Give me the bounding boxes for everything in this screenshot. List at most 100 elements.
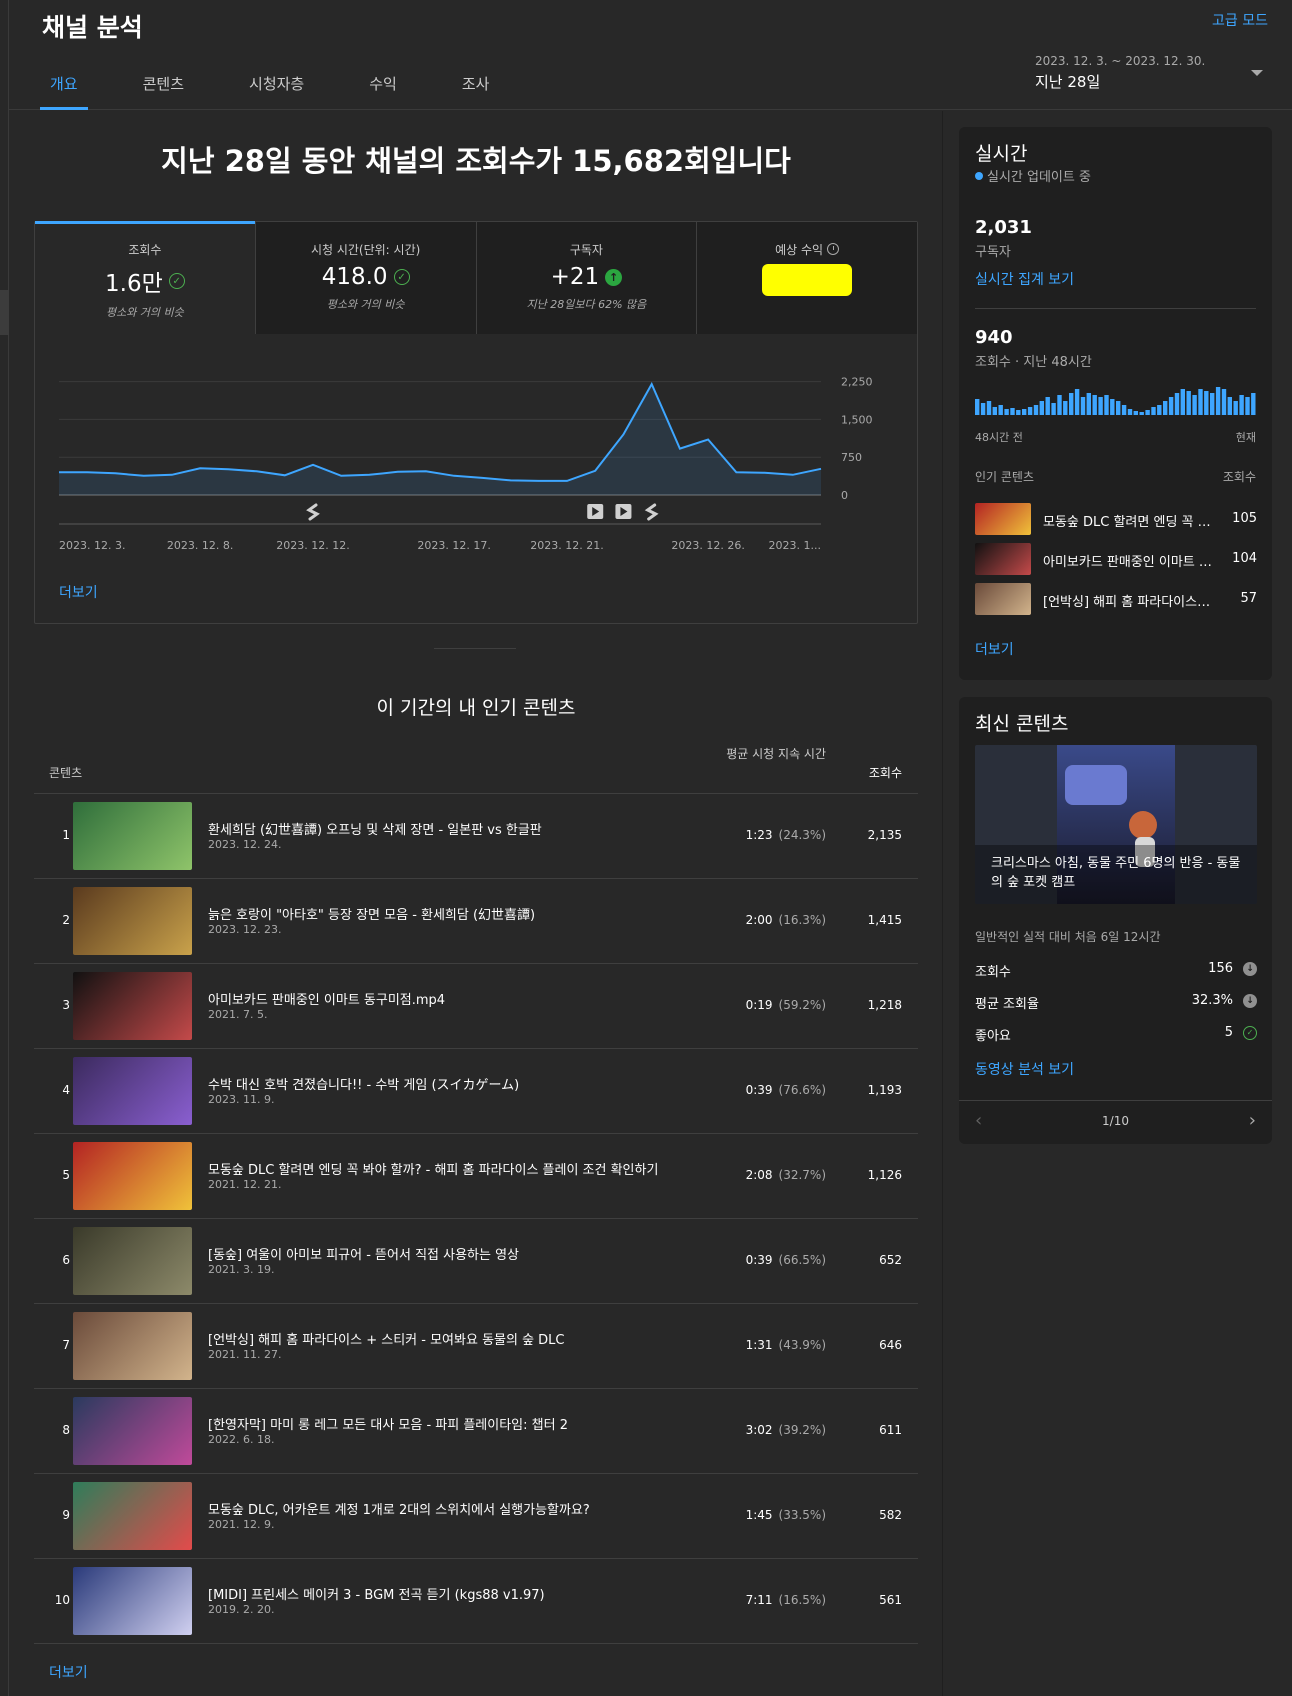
column-header-content: 콘텐츠 (49, 766, 83, 780)
metric-revenue[interactable]: 예상 수익 (696, 222, 917, 334)
data-point (368, 473, 371, 476)
avg-duration-percent: (16.5%) (778, 1593, 826, 1607)
metric-subscribers[interactable]: 구독자 +21 ↑ 지난 28일보다 62% 많음 (475, 222, 697, 334)
popular-video-views: 105 (1232, 511, 1257, 526)
video-title[interactable]: [동숲] 여울이 아미보 피규어 - 뜯어서 직접 사용하는 영상 (208, 1244, 708, 1263)
video-thumbnail[interactable] (73, 1482, 192, 1550)
row-views: 611 (879, 1423, 902, 1437)
avg-duration-value: 2:08 (745, 1168, 773, 1182)
video-title[interactable]: [한영자막] 마미 롱 레그 모든 대사 모음 - 파피 플레이타임: 챕터 2 (208, 1414, 708, 1433)
table-row[interactable]: 9 모동숲 DLC, 어카운트 계정 1개로 2대의 스위치에서 실행가능할까요?… (34, 1474, 918, 1559)
video-title[interactable]: 늙은 호랑이 "아타호" 등장 장면 모음 - 환세희담 (幻世喜譚) (208, 904, 708, 923)
video-thumbnail[interactable] (73, 972, 192, 1040)
latest-content-card: 최신 콘텐츠 크리스마스 아침, 동물 주민 6명의 반응 - 동물의 숲 포켓… (959, 697, 1272, 1144)
date-range-picker[interactable]: 2023. 12. 3. ~ 2023. 12. 30. 지난 28일 (1035, 54, 1265, 92)
realtime-bar (1163, 401, 1168, 415)
realtime-bar (1174, 393, 1180, 415)
video-date: 2023. 12. 23. (208, 923, 282, 936)
main-divider (942, 111, 943, 1696)
advanced-mode-link[interactable]: 고급 모드 (1212, 10, 1268, 30)
popular-video-title: [언박싱] 해피 홈 파라다이스 + 스티커 (1043, 595, 1213, 610)
latest-video-thumbnail[interactable]: 크리스마스 아침, 동물 주민 6명의 반응 - 동물의 숲 포켓 캠프 (975, 745, 1257, 904)
video-date: 2021. 12. 21. (208, 1178, 282, 1191)
tab-revenue[interactable]: 수익 (359, 73, 407, 108)
video-title[interactable]: 아미보카드 판매중인 이마트 동구미점.mp4 (208, 989, 708, 1008)
table-row[interactable]: 6 [동숲] 여울이 아미보 피규어 - 뜯어서 직접 사용하는 영상 2021. … (34, 1219, 918, 1304)
column-header-views[interactable]: 조회수 (869, 764, 902, 781)
clock-icon (827, 243, 840, 255)
data-point (537, 479, 540, 482)
row-rank: 1 (62, 828, 70, 842)
metric-watch-time[interactable]: 시청 시간(단위: 시간) 418.0 ✓ 평소와 거의 비슷 (254, 222, 476, 334)
video-thumbnail[interactable] (73, 1142, 192, 1210)
metric-label-text: 예상 수익 (775, 243, 824, 257)
tab-research[interactable]: 조사 (452, 73, 500, 108)
table-row[interactable]: 3 아미보카드 판매중인 이마트 동구미점.mp4 2021. 7. 5. 0:19 (… (34, 964, 918, 1049)
tab-content[interactable]: 콘텐츠 (133, 73, 194, 108)
realtime-count-link[interactable]: 실시간 집계 보기 (975, 269, 1074, 289)
table-row[interactable]: 4 수박 대신 호박 견졌습니다!! - 수박 게임 (スイカゲーム) 2023. … (34, 1049, 918, 1134)
popular-content-item[interactable]: 모동숲 DLC 할려면 엔딩 꼭 봐야 할까? 105 (975, 503, 1257, 537)
metric-value: 1.6만 ✓ (35, 264, 255, 298)
y-tick-label: 1,500 (841, 413, 873, 426)
realtime-more-link[interactable]: 더보기 (975, 639, 1014, 659)
chart-more-link[interactable]: 더보기 (59, 582, 98, 602)
row-rank: 6 (62, 1253, 70, 1267)
video-date: 2023. 11. 9. (208, 1093, 275, 1106)
video-thumbnail[interactable] (73, 802, 192, 870)
popular-content-item[interactable]: 아미보카드 판매중인 이마트 동구미점.mp4 104 (975, 543, 1257, 577)
live-dot-icon (975, 171, 983, 180)
stat-value: 156 (1208, 961, 1233, 976)
latest-content-title: 최신 콘텐츠 (975, 713, 1069, 735)
table-row[interactable]: 8 [한영자막] 마미 롱 레그 모든 대사 모음 - 파피 플레이타임: 챕터 … (34, 1389, 918, 1474)
metric-views[interactable]: 조회수 1.6만 ✓ 평소와 거의 비슷 (35, 221, 255, 334)
column-header-avg-duration[interactable]: 평균 시청 지속 시간 (686, 746, 826, 762)
top-content-rows: 1 환세희담 (幻世喜譚) 오프닝 및 삭제 장면 - 일본판 vs 한글판 202… (34, 794, 918, 1644)
avg-duration-value: 0:39 (745, 1083, 773, 1097)
metric-note: 지난 28일보다 62% 많음 (526, 298, 647, 311)
row-views: 1,218 (867, 998, 902, 1012)
video-title[interactable]: 모동숲 DLC 할려면 엔딩 꼭 봐야 할까? - 해피 홈 파라다이스 플레이… (208, 1159, 708, 1178)
video-thumbnail[interactable] (73, 887, 192, 955)
top-content-more-link[interactable]: 더보기 (49, 1662, 88, 1682)
row-rank: 7 (62, 1338, 70, 1352)
realtime-bar (1116, 401, 1121, 415)
row-rank: 3 (62, 998, 70, 1012)
tab-audience[interactable]: 시청자층 (239, 73, 314, 108)
left-edge (0, 0, 9, 1696)
table-row[interactable]: 10 [MIDI] 프린세스 메이커 3 - BGM 전곡 듣기 (kgs88 v… (34, 1559, 918, 1644)
video-analytics-link[interactable]: 동영상 분석 보기 (975, 1059, 1074, 1079)
avg-view-duration: 7:11 (16.5%) (674, 1593, 826, 1607)
video-thumbnail[interactable] (73, 1227, 192, 1295)
video-thumbnail[interactable] (73, 1567, 192, 1635)
table-row[interactable]: 2 늙은 호랑이 "아타호" 등장 장면 모음 - 환세희담 (幻世喜譚) 2023… (34, 879, 918, 964)
realtime-bar (1086, 393, 1091, 415)
stat-label: 좋아요 (975, 1029, 1011, 1044)
realtime-bar (992, 407, 997, 415)
chevron-right-icon[interactable]: › (1249, 1110, 1256, 1131)
table-row[interactable]: 1 환세희담 (幻世喜譚) 오프닝 및 삭제 장면 - 일본판 vs 한글판 202… (34, 794, 918, 879)
views-chart: 0 750 1,500 2,250 2023. 12. 3. 2023. 12. 8. 20… (35, 334, 919, 624)
data-point (735, 471, 738, 474)
video-title[interactable]: [언박싱] 해피 홈 파라다이스 + 스티커 - 모여봐요 동물의 숲 DLC (208, 1329, 708, 1348)
table-row[interactable]: 7 [언박싱] 해피 홈 파라다이스 + 스티커 - 모여봐요 동물의 숲 DLC… (34, 1304, 918, 1389)
video-thumbnail (975, 583, 1031, 615)
video-thumbnail[interactable] (73, 1057, 192, 1125)
data-point (283, 474, 286, 477)
video-thumbnail[interactable] (73, 1312, 192, 1380)
realtime-bar (1239, 395, 1244, 415)
video-thumbnail[interactable] (73, 1397, 192, 1465)
video-date: 2019. 2. 20. (208, 1603, 275, 1616)
avg-duration-value: 1:31 (745, 1338, 773, 1352)
data-point (509, 479, 512, 482)
stat-label: 평균 조회율 (975, 997, 1039, 1012)
realtime-bar (1057, 395, 1062, 415)
video-title[interactable]: [MIDI] 프린세스 메이커 3 - BGM 전곡 듣기 (kgs88 v1.… (208, 1584, 708, 1603)
video-title[interactable]: 수박 대신 호박 견졌습니다!! - 수박 게임 (スイカゲーム) (208, 1074, 708, 1093)
shorts-icon (306, 503, 320, 521)
table-row[interactable]: 5 모동숲 DLC 할려면 엔딩 꼭 봐야 할까? - 해피 홈 파라다이스 플레… (34, 1134, 918, 1219)
tab-overview[interactable]: 개요 (40, 73, 88, 110)
video-title[interactable]: 환세희담 (幻世喜譚) 오프닝 및 삭제 장면 - 일본판 vs 한글판 (208, 819, 708, 838)
popular-content-item[interactable]: [언박싱] 해피 홈 파라다이스 + 스티커 57 (975, 583, 1257, 617)
video-title[interactable]: 모동숲 DLC, 어카운트 계정 1개로 2대의 스위치에서 실행가능할까요? (208, 1499, 708, 1518)
